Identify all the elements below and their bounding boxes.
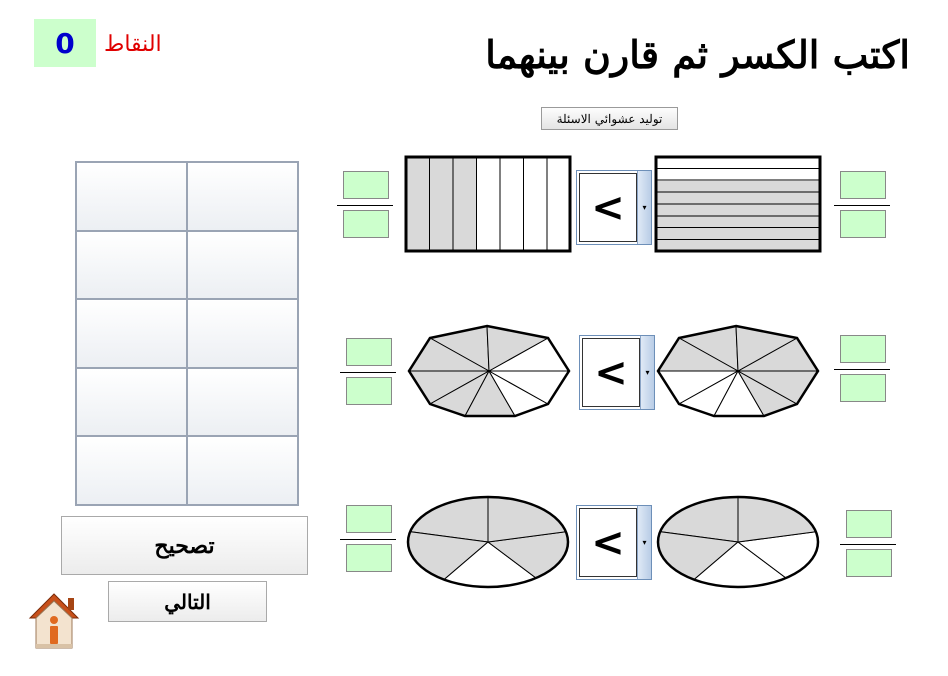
compare-value: < — [579, 173, 637, 242]
denominator-input-right-2[interactable] — [840, 374, 886, 402]
fraction-bar — [340, 539, 396, 540]
denominator-input-right-3[interactable] — [846, 549, 892, 577]
numerator-input-left-3[interactable] — [346, 505, 392, 533]
numerator-input-right-3[interactable] — [846, 510, 892, 538]
numerator-input-left-1[interactable] — [343, 171, 389, 199]
score-label: النقاط — [104, 32, 162, 57]
fraction-shape-right-2 — [656, 324, 820, 418]
answer-cell[interactable] — [76, 230, 187, 300]
compare-value: < — [582, 338, 640, 407]
page-title: اكتب الكسر ثم قارن بينهما — [485, 32, 910, 77]
answer-cell[interactable] — [76, 299, 187, 368]
compare-select-2[interactable]: < ▾ — [579, 335, 655, 410]
chevron-down-icon[interactable]: ▾ — [637, 506, 651, 579]
denominator-input-right-1[interactable] — [840, 210, 886, 238]
numerator-input-left-2[interactable] — [346, 338, 392, 366]
denominator-input-left-3[interactable] — [346, 544, 392, 572]
answer-cell[interactable] — [76, 367, 187, 437]
answer-cell[interactable] — [76, 162, 187, 231]
fraction-bar — [840, 544, 896, 545]
compare-select-3[interactable]: < ▾ — [576, 505, 652, 580]
answer-cell[interactable] — [187, 230, 298, 300]
compare-select-1[interactable]: < ▾ — [576, 170, 652, 245]
check-button[interactable]: تصحيح — [61, 516, 308, 575]
answer-cell[interactable] — [187, 162, 298, 231]
compare-value: < — [579, 508, 637, 577]
answer-cell[interactable] — [187, 436, 298, 505]
denominator-input-left-1[interactable] — [343, 210, 389, 238]
fraction-shape-right-3 — [656, 495, 820, 589]
fraction-shape-right-1 — [654, 155, 822, 253]
fraction-bar — [834, 369, 890, 370]
chevron-down-icon[interactable]: ▾ — [637, 171, 651, 244]
fraction-bar — [337, 205, 393, 206]
answer-cell[interactable] — [187, 367, 298, 437]
chevron-down-icon[interactable]: ▾ — [640, 336, 654, 409]
answer-cell[interactable] — [187, 299, 298, 368]
denominator-input-left-2[interactable] — [346, 377, 392, 405]
numerator-input-right-2[interactable] — [840, 335, 886, 363]
fraction-bar — [834, 205, 890, 206]
next-button[interactable]: التالي — [108, 581, 267, 622]
numerator-input-right-1[interactable] — [840, 171, 886, 199]
fraction-shape-left-2 — [407, 324, 571, 418]
answer-grid — [75, 161, 299, 506]
home-icon[interactable] — [28, 590, 80, 652]
fraction-shape-left-1 — [404, 155, 572, 253]
answer-cell[interactable] — [76, 436, 187, 505]
score-value: 0 — [34, 19, 96, 67]
generate-questions-button[interactable]: توليد عشوائي الاسئلة — [541, 107, 678, 130]
fraction-shape-left-3 — [406, 495, 570, 589]
fraction-bar — [340, 372, 396, 373]
